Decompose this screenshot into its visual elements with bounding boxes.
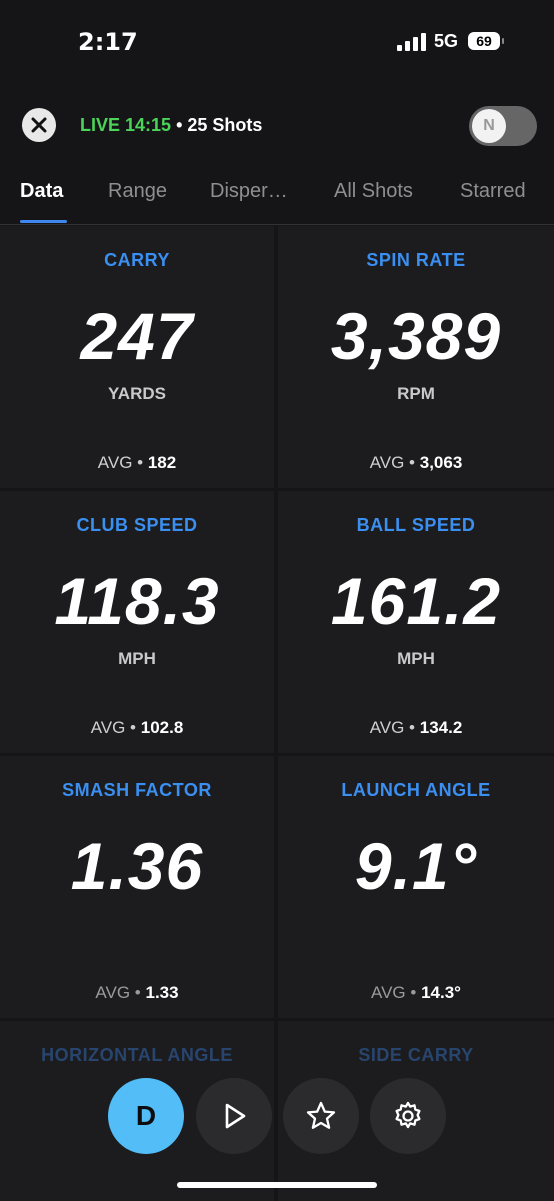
metric-label: CLUB SPEED: [76, 515, 198, 535]
mode-toggle[interactable]: N: [469, 106, 537, 146]
avg-value: 14.3°: [421, 983, 461, 1002]
driver-button[interactable]: D: [108, 1078, 184, 1154]
tab-starred[interactable]: Starred: [460, 180, 526, 203]
metric-smash-factor[interactable]: SMASH FACTOR 1.36 AVG • 1.33: [0, 756, 274, 1018]
metric-average: AVG • 14.3°: [278, 983, 554, 1003]
metric-value: 3,389: [330, 299, 502, 373]
metric-label: SPIN RATE: [366, 250, 466, 270]
action-bar: D: [0, 1078, 554, 1154]
network-label: 5G: [434, 31, 459, 51]
avg-value: 182: [147, 453, 177, 472]
live-timer: LIVE 14:15: [80, 115, 172, 135]
metric-launch-angle[interactable]: LAUNCH ANGLE 9.1° AVG • 14.3°: [278, 756, 554, 1018]
battery-icon: 69: [468, 32, 504, 50]
live-status: LIVE 14:15 • 25 Shots: [80, 115, 262, 136]
toggle-knob: N: [472, 109, 506, 143]
metric-label: LAUNCH ANGLE: [341, 780, 491, 800]
metric-label: SMASH FACTOR: [62, 780, 212, 800]
metric-average: AVG • 134.2: [278, 718, 554, 738]
avg-value: 102.8: [140, 718, 184, 737]
metric-average: AVG • 182: [0, 453, 274, 473]
star-icon: [306, 1101, 336, 1129]
avg-label: AVG •: [95, 983, 141, 1002]
avg-label: AVG •: [90, 718, 137, 737]
status-bar: 2:17 5G 69: [0, 0, 554, 84]
shot-count: 25 Shots: [187, 115, 263, 135]
metric-spin-rate[interactable]: SPIN RATE 3,389 RPM AVG • 3,063: [278, 226, 554, 488]
avg-label: AVG •: [371, 983, 417, 1002]
play-button[interactable]: [196, 1078, 272, 1154]
metric-average: AVG • 3,063: [278, 453, 554, 473]
avg-value: 1.33: [145, 983, 179, 1002]
avg-label: AVG •: [97, 453, 144, 472]
metric-unit: MPH: [397, 649, 435, 668]
metric-label: BALL SPEED: [356, 515, 476, 535]
metric-carry[interactable]: CARRY 247 YARDS AVG • 182: [0, 226, 274, 488]
status-time: 2:17: [78, 28, 138, 56]
home-indicator: [177, 1182, 377, 1188]
metric-ball-speed[interactable]: BALL SPEED 161.2 MPH AVG • 134.2: [278, 491, 554, 753]
close-button[interactable]: [22, 108, 56, 142]
metric-unit: MPH: [118, 649, 156, 668]
avg-label: AVG •: [369, 453, 416, 472]
gear-icon: [395, 1101, 421, 1129]
avg-value: 3,063: [419, 453, 463, 472]
metric-average: AVG • 1.33: [0, 983, 274, 1003]
tab-range[interactable]: Range: [108, 180, 167, 203]
metric-value: 161.2: [330, 564, 502, 638]
metric-label: CARRY: [104, 250, 170, 270]
metric-club-speed[interactable]: CLUB SPEED 118.3 MPH AVG • 102.8: [0, 491, 274, 753]
session-header: LIVE 14:15 • 25 Shots N: [0, 106, 554, 146]
active-tab-indicator: [20, 220, 67, 223]
metric-value: 247: [80, 299, 194, 373]
avg-label: AVG •: [369, 718, 416, 737]
close-icon: [31, 117, 47, 133]
tab-data[interactable]: Data: [20, 180, 63, 203]
metric-unit: YARDS: [108, 384, 166, 403]
settings-button[interactable]: [370, 1078, 446, 1154]
metric-value: 9.1°: [354, 829, 478, 903]
metric-label: SIDE CARRY: [358, 1045, 474, 1065]
tab-all-shots[interactable]: All Shots: [334, 180, 413, 203]
metric-label: HORIZONTAL ANGLE: [41, 1045, 233, 1065]
star-button[interactable]: [283, 1078, 359, 1154]
live-separator: •: [176, 115, 183, 135]
play-icon: [225, 1103, 246, 1129]
metric-value: 1.36: [70, 829, 204, 903]
metric-unit: RPM: [397, 384, 435, 403]
metric-value: 118.3: [54, 564, 220, 638]
tab-dispersion[interactable]: Disper…: [210, 180, 288, 203]
metric-average: AVG • 102.8: [0, 718, 274, 738]
avg-value: 134.2: [419, 718, 463, 737]
tab-bar: Data Range Disper… All Shots Starred: [0, 168, 554, 225]
signal-icon: [397, 33, 427, 51]
